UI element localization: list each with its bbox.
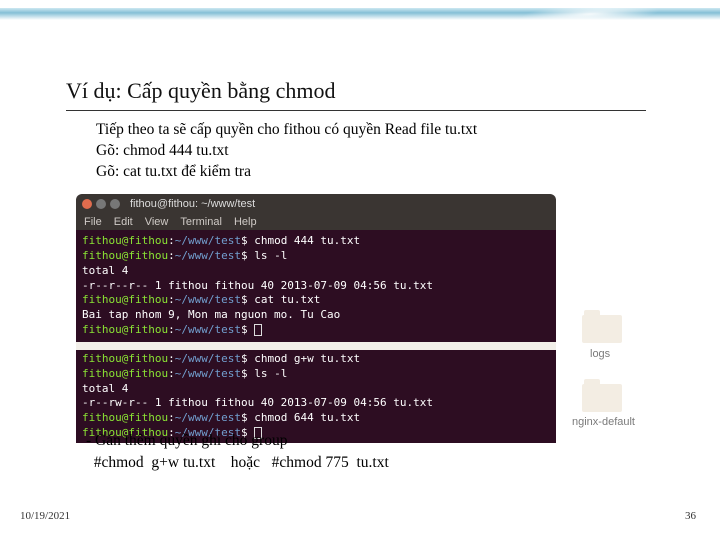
menu-item: Edit xyxy=(114,216,133,228)
body-line: Tiếp theo ta sẽ cấp quyền cho fithou có … xyxy=(96,120,477,141)
bottom-line: - Gán thêm quyền ghi cho group xyxy=(86,430,389,452)
terminal-menu: File Edit View Terminal Help xyxy=(76,214,556,230)
menu-item: File xyxy=(84,216,102,228)
slide-top-border xyxy=(0,8,720,20)
folder-icon xyxy=(582,315,622,343)
terminal-gap xyxy=(76,342,556,350)
terminal-screenshot: fithou@fithou: ~/www/test File Edit View… xyxy=(76,194,556,424)
bottom-line: #chmod g+w tu.txt hoặc #chmod 775 tu.txt xyxy=(86,452,389,474)
folder-label: nginx-default xyxy=(572,416,635,428)
close-icon xyxy=(82,199,92,209)
terminal-title: fithou@fithou: ~/www/test xyxy=(130,198,255,210)
folder-label: logs xyxy=(590,348,610,360)
folder-icon xyxy=(582,384,622,412)
title-underline xyxy=(66,110,646,111)
terminal-titlebar: fithou@fithou: ~/www/test xyxy=(76,194,556,214)
slide-title: Ví dụ: Cấp quyền bằng chmod xyxy=(66,78,335,104)
footer-page: 36 xyxy=(685,510,696,522)
body-line: Gõ: cat tu.txt để kiểm tra xyxy=(96,162,477,183)
bottom-text: - Gán thêm quyền ghi cho group #chmod g+… xyxy=(86,430,389,473)
menu-item: Terminal xyxy=(180,216,222,228)
footer-date: 10/19/2021 xyxy=(20,510,70,522)
terminal-output-block2: fithou@fithou:~/www/test$ chmod g+w tu.t… xyxy=(76,350,556,443)
body-line: Gõ: chmod 444 tu.txt xyxy=(96,141,477,162)
maximize-icon xyxy=(110,199,120,209)
minimize-icon xyxy=(96,199,106,209)
body-text: Tiếp theo ta sẽ cấp quyền cho fithou có … xyxy=(96,120,477,183)
terminal-output-block1: fithou@fithou:~/www/test$ chmod 444 tu.t… xyxy=(76,230,556,342)
menu-item: Help xyxy=(234,216,257,228)
menu-item: View xyxy=(145,216,169,228)
